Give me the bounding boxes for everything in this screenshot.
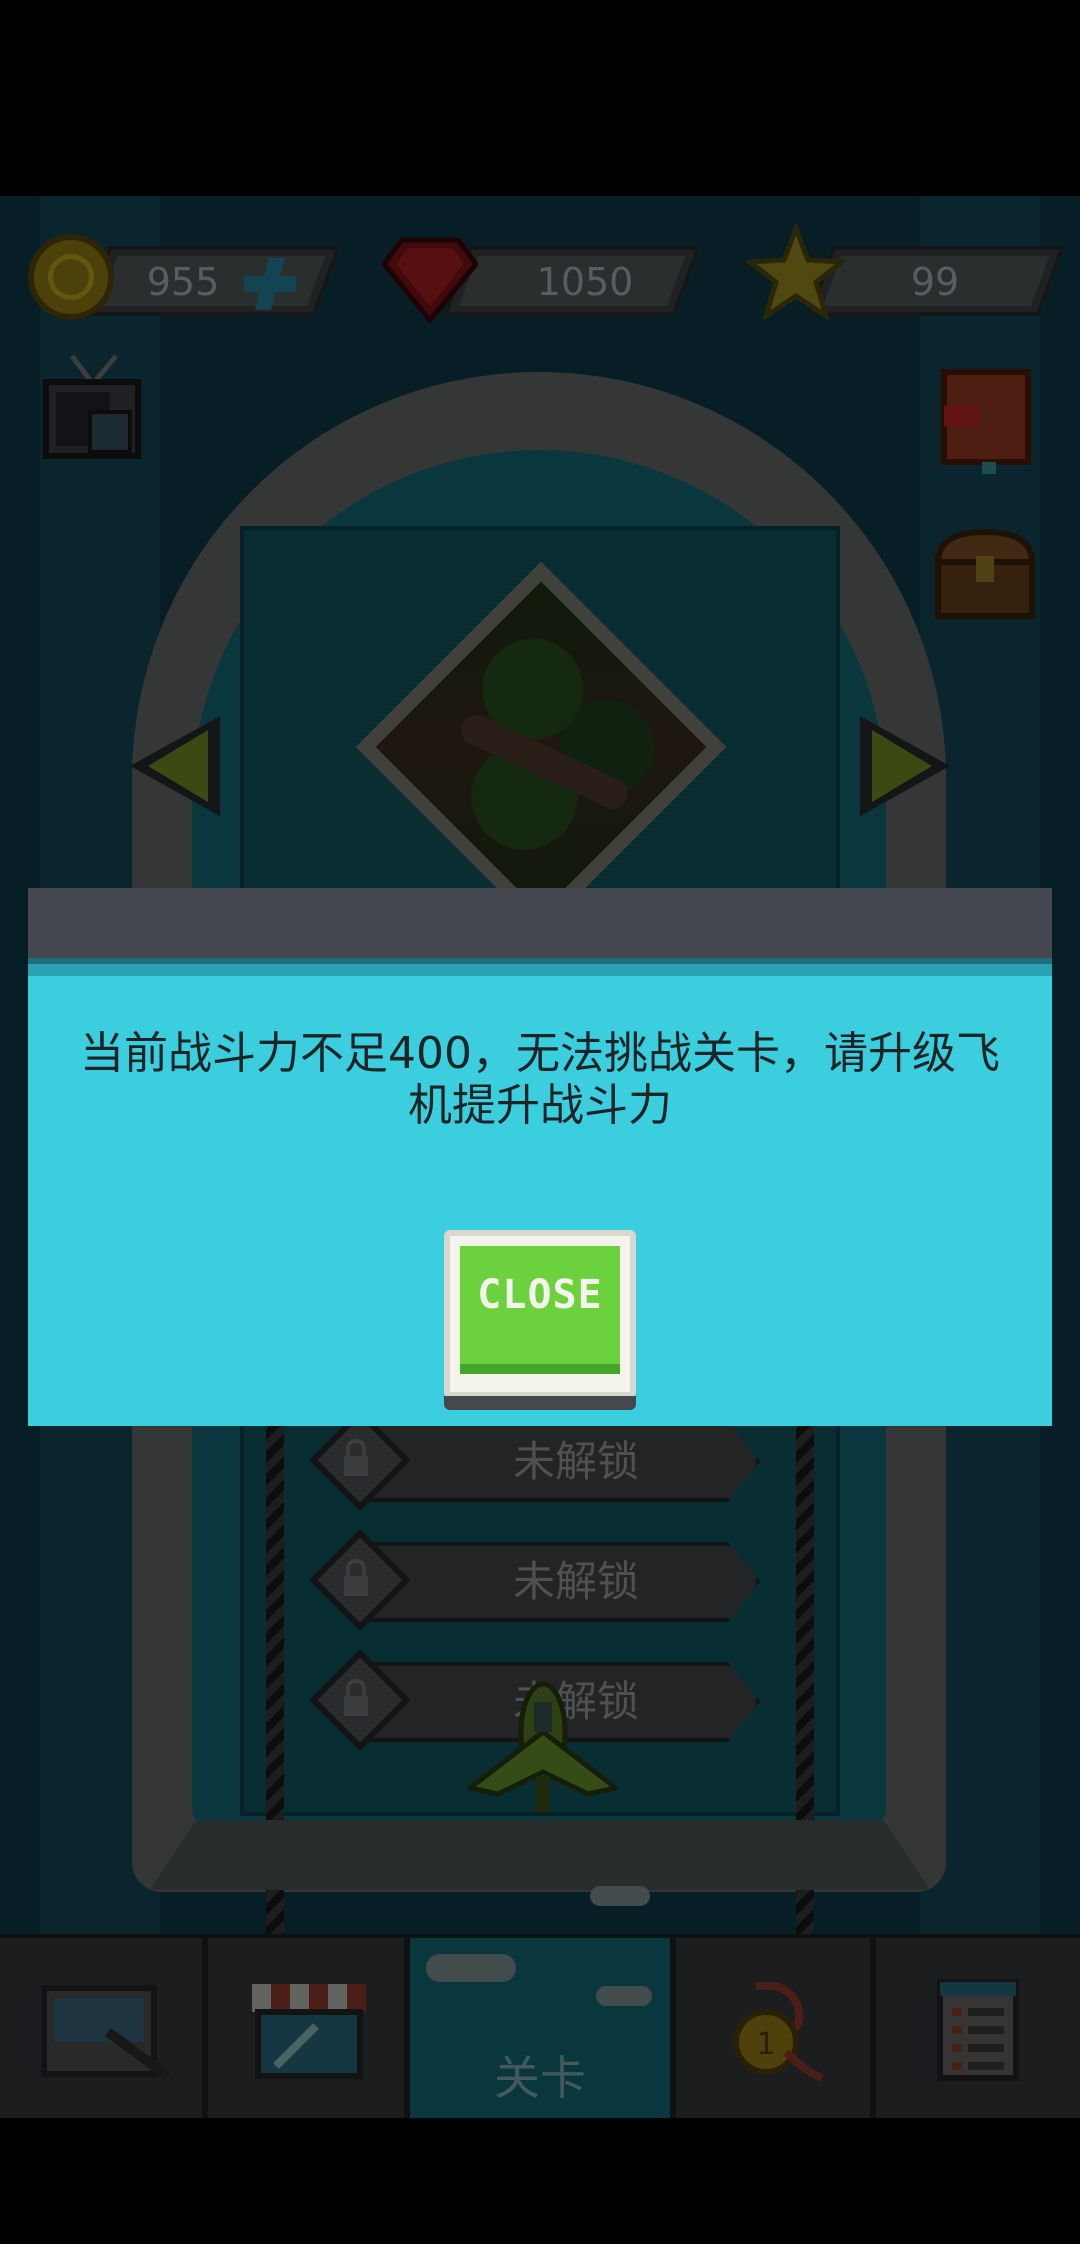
next-stage-arrow-icon[interactable] — [840, 706, 960, 826]
ruby-gem-icon — [382, 237, 478, 324]
level-locked-label: 未解锁 — [512, 1437, 639, 1486]
nav-shop[interactable] — [208, 1938, 410, 2118]
svg-text:1: 1 — [756, 2027, 775, 2062]
nav-levels-label: 关卡 — [494, 2051, 586, 2105]
cloud — [596, 1986, 652, 2006]
nav-hangar[interactable] — [0, 1938, 208, 2118]
task-list-icon — [937, 1979, 1019, 2081]
medal-reward-icon: 1 — [733, 1982, 824, 2082]
star-icon — [746, 224, 846, 320]
dialog-message: 当前战斗力不足400，无法挑战关卡，请升级飞机提升战斗力 — [80, 1028, 1000, 1131]
lock-icon — [344, 1558, 368, 1596]
cloud — [590, 1886, 650, 1906]
add-coins-icon[interactable] — [242, 256, 298, 312]
bottom-nav: 关卡 1 — [0, 1934, 1080, 2118]
hangar-icon — [41, 1985, 171, 2081]
video-ad-tv-icon[interactable] — [42, 352, 142, 462]
modal-header — [28, 888, 1052, 958]
level-row[interactable]: 未解锁 — [309, 1409, 760, 1511]
close-button-label: CLOSE — [477, 1272, 603, 1318]
coin-icon — [28, 234, 114, 320]
lock-icon — [344, 1438, 368, 1476]
nav-rewards[interactable]: 1 — [676, 1938, 876, 2118]
star-count: 99 — [910, 260, 960, 304]
cloud — [426, 1954, 516, 1982]
shop-icon — [252, 1984, 366, 2079]
codex-book-icon[interactable] — [936, 366, 1036, 476]
modal-header-strip — [28, 958, 1052, 976]
lock-icon — [344, 1678, 368, 1716]
close-button[interactable]: CLOSE — [444, 1230, 636, 1410]
level-row[interactable]: 未解锁 — [309, 1529, 760, 1631]
gem-count: 1050 — [536, 260, 634, 304]
coin-count: 955 — [146, 260, 220, 304]
stage-arch-base — [150, 1820, 930, 1890]
treasure-chest-icon[interactable] — [932, 526, 1038, 622]
nav-tasks[interactable] — [876, 1938, 1080, 2118]
level-locked-label: 未解锁 — [512, 1557, 639, 1606]
previous-stage-arrow-icon[interactable] — [120, 706, 240, 826]
fighter-plane-icon — [468, 1681, 618, 1812]
